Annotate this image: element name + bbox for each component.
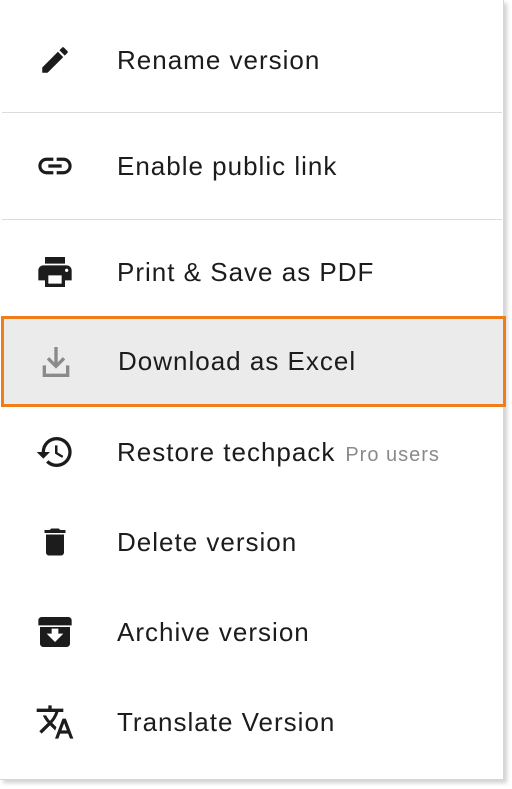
history-icon: [35, 432, 75, 472]
download-icon: [36, 342, 76, 382]
menu-item-label: Restore techpack Pro users: [117, 437, 440, 468]
menu-item-label: Translate Version: [117, 706, 336, 737]
divider: [2, 219, 502, 220]
menu-item-rename-version[interactable]: Rename version: [0, 20, 503, 100]
menu-item-archive-version[interactable]: Archive version: [0, 592, 503, 672]
menu-item-print-save-pdf[interactable]: Print & Save as PDF: [0, 232, 503, 312]
version-context-menu: Rename version Enable public link Print …: [0, 0, 506, 780]
translate-icon: [35, 702, 75, 742]
menu-item-label: Enable public link: [117, 150, 338, 181]
menu-item-download-excel[interactable]: Download as Excel: [1, 316, 506, 407]
menu-item-translate-version[interactable]: Translate Version: [0, 682, 503, 762]
menu-item-restore-techpack[interactable]: Restore techpack Pro users: [0, 412, 503, 492]
pencil-icon: [35, 40, 75, 80]
print-icon: [35, 252, 75, 292]
menu-item-label-text: Restore techpack: [117, 436, 336, 467]
pro-users-badge: Pro users: [345, 443, 440, 466]
archive-icon: [35, 612, 75, 652]
menu-item-label: Print & Save as PDF: [117, 256, 375, 287]
trash-icon: [35, 522, 75, 562]
divider: [2, 112, 502, 113]
menu-item-delete-version[interactable]: Delete version: [0, 502, 503, 582]
menu-item-label: Delete version: [117, 526, 298, 557]
menu-item-enable-public-link[interactable]: Enable public link: [0, 126, 503, 206]
menu-item-label: Download as Excel: [118, 346, 357, 376]
menu-item-label: Archive version: [117, 616, 310, 647]
menu-item-label: Rename version: [117, 44, 321, 75]
link-icon: [35, 146, 75, 186]
